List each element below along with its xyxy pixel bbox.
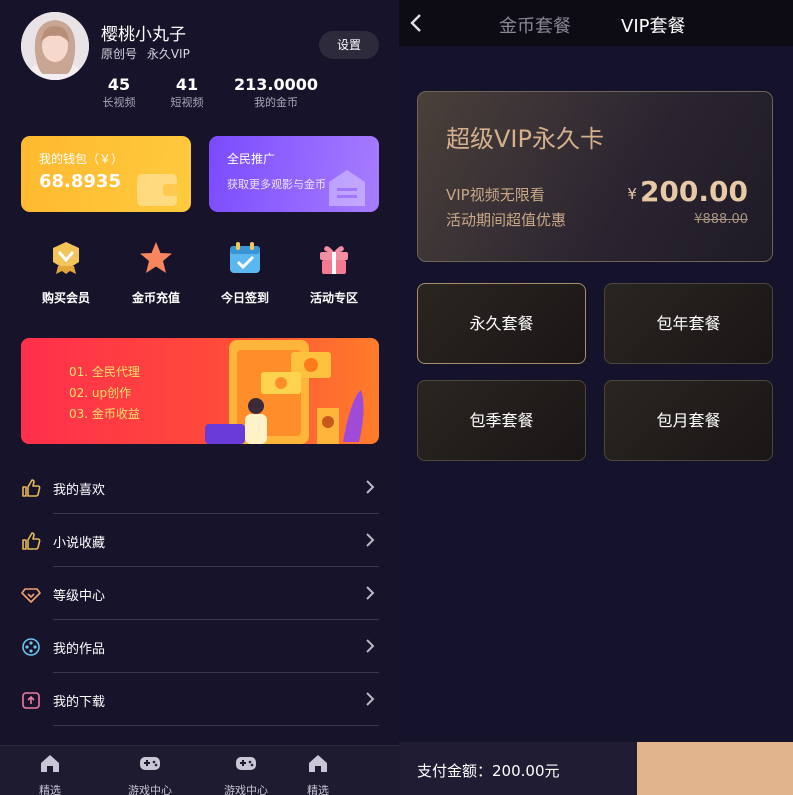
chevron-right-icon [366,586,375,600]
vip-package-page: 金币套餐 VIP套餐 超级VIP永久卡 VIP视频无限看 活动期间超值优惠 ¥2… [399,0,793,795]
promo-card[interactable]: 全民推广 获取更多观影与金币 [209,136,379,212]
menu-item-likes[interactable]: 我的喜欢 [21,461,379,514]
package-quarterly[interactable]: 包季套餐 [417,380,586,461]
vip-price: ¥200.00 [627,175,748,208]
package-permanent[interactable]: 永久套餐 [417,283,586,364]
original-tag: 原创号 [101,47,138,61]
package-yearly[interactable]: 包年套餐 [604,283,773,364]
back-arrow-icon[interactable] [409,13,423,33]
profile-page: 樱桃小丸子 原创号 永久VIP 设置 45 长视频 41 短视频 213.000… [0,0,399,795]
menu-label: 我的作品 [53,642,106,657]
thumbs-up-icon [22,479,41,497]
envelope-icon [329,170,365,206]
banner-line: 03. 金币收益 [69,407,140,421]
home-icon [309,755,327,772]
vip-card: 超级VIP永久卡 VIP视频无限看 活动期间超值优惠 ¥200.00 ¥888.… [417,91,773,262]
tab-vip-package[interactable]: VIP套餐 [621,12,685,38]
quick-label: 购买会员 [41,291,90,305]
download-icon [22,692,40,709]
bottom-tab-bar: 精选 游戏中心 游戏中心 精选 [0,745,399,795]
chevron-right-icon [366,533,375,547]
menu-item-downloads[interactable]: 我的下载 [21,673,379,726]
quick-label: 金币充值 [131,291,180,305]
medal-icon [53,242,79,274]
stat-short-video[interactable]: 41 短视频 [167,75,207,111]
vip-card-benefit: VIP视频无限看 [446,186,545,204]
quick-daily-checkin[interactable]: 今日签到 [205,240,285,306]
original-price: ¥888.00 [694,212,748,227]
wallet-icon [137,174,179,206]
quick-label: 活动专区 [309,291,358,305]
promo-subtitle: 获取更多观影与金币 [227,178,326,191]
quick-label: 今日签到 [220,291,269,305]
price-amount: 200.00 [639,175,748,208]
wallet-card[interactable]: 我的钱包（￥） 68.8935 [21,136,191,212]
banner-line: 01. 全民代理 [69,365,140,379]
divider [53,725,379,726]
vip-card-title: 超级VIP永久卡 [446,125,604,153]
username: 樱桃小丸子 [101,25,186,45]
chevron-right-icon [366,639,375,653]
stat-value: 45 [107,75,131,94]
settings-button[interactable]: 设置 [319,31,379,59]
payment-amount: 支付金额：200.00元 [417,762,560,780]
tab-coin-package[interactable]: 金币套餐 [499,12,571,38]
stat-coins[interactable]: 213.0000 我的金币 [232,75,320,111]
gift-icon [320,246,348,274]
banner-illustration [205,340,364,444]
user-tags: 原创号 永久VIP [101,45,190,62]
home-icon [41,755,59,772]
avatar[interactable] [21,12,89,80]
diamond-icon [21,588,41,603]
stat-label: 长视频 [102,96,136,109]
tab-game-center[interactable]: 游戏中心 [110,752,190,795]
currency-symbol: ¥ [627,185,637,203]
chevron-right-icon [366,692,375,706]
vip-tag: 永久VIP [146,47,190,61]
menu-label: 我的下载 [53,695,106,710]
banner-line: 02. up创作 [69,386,132,400]
wallet-title: 我的钱包（￥） [39,152,124,166]
app-screen: 樱桃小丸子 原创号 永久VIP 设置 45 长视频 41 短视频 213.000… [0,0,793,795]
tab-label: 游戏中心 [224,784,268,795]
stat-value: 213.0000 [233,75,318,94]
tab-featured[interactable]: 精选 [10,752,90,795]
menu-label: 小说收藏 [53,536,106,551]
chevron-right-icon [366,480,375,494]
star-icon [140,242,172,273]
promo-title: 全民推广 [227,152,276,166]
stat-label: 我的金币 [254,96,298,109]
stat-label: 短视频 [170,96,204,109]
quick-events[interactable]: 活动专区 [294,240,374,306]
tab-featured[interactable]: 精选 [278,752,358,795]
menu-item-novel-favorites[interactable]: 小说收藏 [21,514,379,567]
stat-value: 41 [175,75,199,94]
stat-long-video[interactable]: 45 长视频 [100,75,138,111]
thumbs-up-icon [22,532,41,550]
top-nav-bar: 金币套餐 VIP套餐 [399,0,793,46]
menu-label: 我的喜欢 [53,483,106,498]
gamepad-icon [236,757,256,770]
package-monthly[interactable]: 包月套餐 [604,380,773,461]
quick-buy-vip[interactable]: 购买会员 [26,240,106,306]
wallet-value: 68.8935 [39,171,121,192]
tab-label: 精选 [307,784,329,795]
menu-item-level-center[interactable]: 等级中心 [21,567,379,620]
promo-banner[interactable]: 01. 全民代理 02. up创作 03. 金币收益 [21,338,379,444]
menu-item-my-works[interactable]: 我的作品 [21,620,379,673]
pay-button[interactable] [637,742,793,795]
quick-coin-recharge[interactable]: 金币充值 [116,240,196,306]
tab-game-center[interactable]: 游戏中心 [206,752,286,795]
tab-label: 游戏中心 [128,784,172,795]
vip-card-promo: 活动期间超值优惠 [446,211,567,229]
payment-bar: 支付金额：200.00元 [399,742,793,795]
calendar-check-icon [230,242,260,273]
tab-label: 精选 [39,784,61,795]
menu-label: 等级中心 [53,589,106,604]
film-reel-icon [22,638,40,656]
gamepad-icon [140,757,160,770]
